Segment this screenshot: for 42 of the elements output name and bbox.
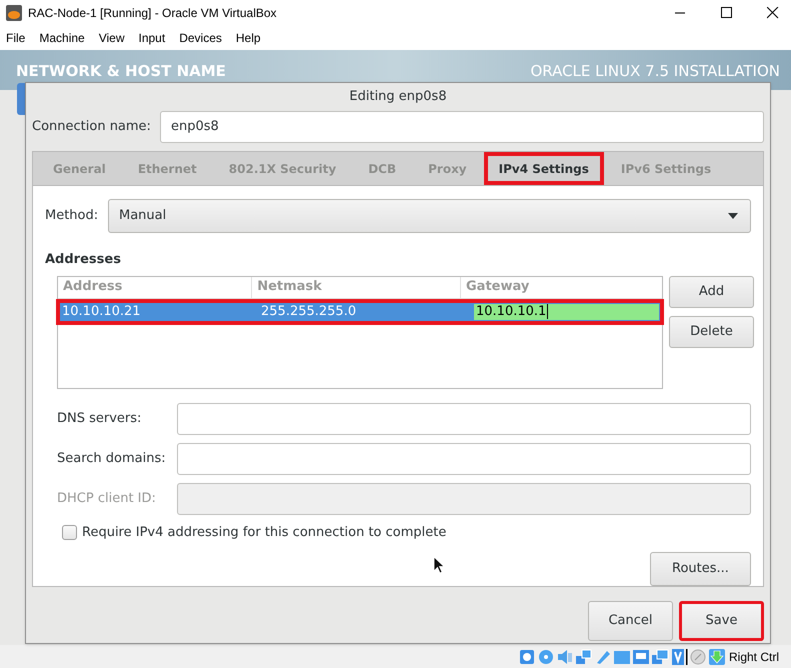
section-heading: Addresses bbox=[45, 251, 122, 269]
address-row[interactable]: 10.10.10.21 255.255.255.0 10.10.10.1 bbox=[56, 298, 664, 324]
speaker-icon[interactable] bbox=[556, 648, 574, 666]
menu-item[interactable]: Machine bbox=[39, 29, 85, 47]
method-dropdown[interactable]: Manual bbox=[108, 199, 751, 233]
menu-item[interactable]: Devices bbox=[179, 29, 222, 47]
host-key-label: Right Ctrl bbox=[728, 648, 779, 666]
network-icon[interactable] bbox=[574, 648, 593, 666]
dialog-button[interactable]: Add bbox=[669, 276, 754, 308]
window-title: RAC-Node-1 [Running] - Oracle VM VirtualBox bbox=[28, 5, 277, 22]
close-icon[interactable] bbox=[767, 7, 779, 19]
installer-product-title: ORACLE LINUX 7.5 INSTALLATION bbox=[530, 60, 780, 82]
dialog-button[interactable]: Save bbox=[679, 601, 764, 641]
app-logo-icon bbox=[6, 5, 22, 21]
dialog-button[interactable]: Cancel bbox=[588, 601, 673, 641]
tab[interactable]: IPv4 Settings bbox=[484, 152, 604, 185]
text-field[interactable] bbox=[177, 442, 751, 474]
menu-item[interactable]: Help bbox=[236, 29, 261, 47]
field-label: Method: bbox=[45, 207, 100, 226]
dialog-title: Editing enp0s8 bbox=[349, 88, 447, 106]
text-field[interactable] bbox=[177, 402, 751, 434]
mouse-pointer-icon bbox=[433, 556, 445, 574]
v-chip-icon[interactable] bbox=[670, 648, 688, 666]
optical-disc-icon[interactable] bbox=[536, 648, 555, 666]
menu-item[interactable]: File bbox=[6, 29, 26, 47]
field-label: DHCP client ID: bbox=[57, 490, 157, 508]
dropdown-caret-icon bbox=[728, 213, 738, 219]
download-arrow-icon[interactable] bbox=[708, 648, 726, 666]
dialog-button[interactable]: Routes... bbox=[650, 552, 751, 586]
checkbox[interactable] bbox=[62, 524, 77, 540]
require-ipv4-checkbox[interactable]: Require IPv4 addressing for this connection to complete bbox=[62, 522, 751, 542]
maximize-icon[interactable] bbox=[721, 7, 733, 19]
table-cell[interactable]: 10.10.10.1 bbox=[473, 302, 660, 320]
installer-section-title: NETWORK & HOST NAME bbox=[16, 60, 226, 82]
display-icon[interactable] bbox=[632, 648, 650, 666]
dialog-button[interactable]: Delete bbox=[669, 316, 754, 348]
field-label: DNS servers: bbox=[57, 410, 142, 428]
menu-item[interactable]: View bbox=[98, 29, 124, 47]
menu-item[interactable]: Input bbox=[138, 29, 166, 47]
field-label: Connection name: bbox=[32, 118, 152, 136]
connection-name-field[interactable]: enp0s8 bbox=[160, 110, 764, 143]
field-label: Search domains: bbox=[57, 450, 167, 468]
